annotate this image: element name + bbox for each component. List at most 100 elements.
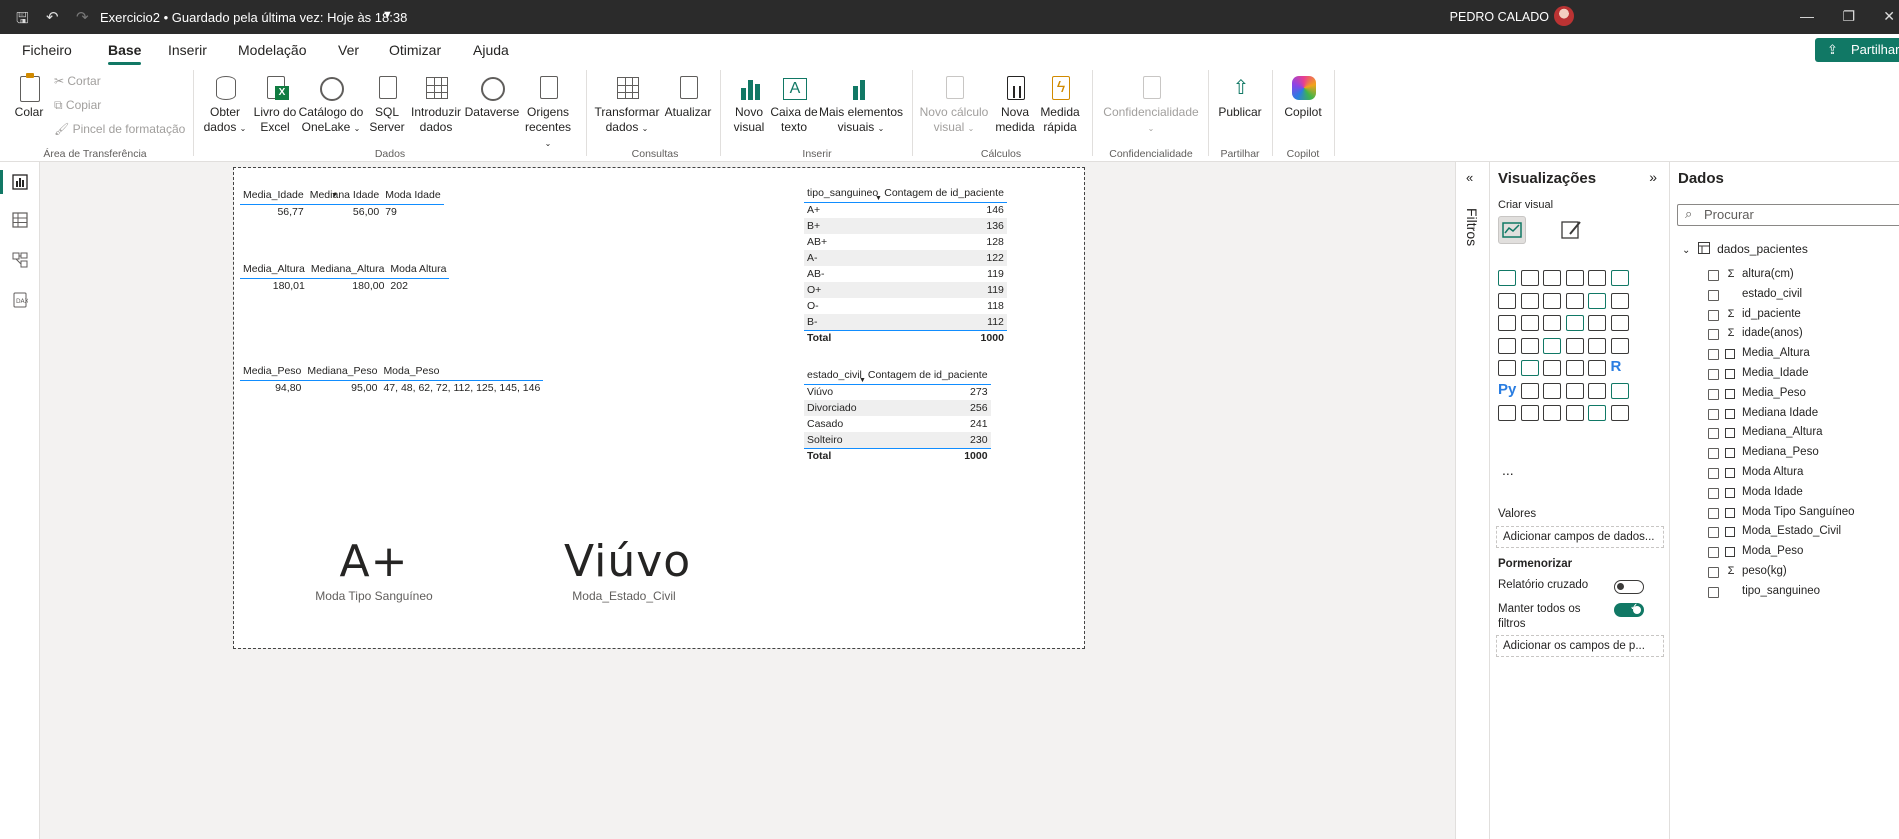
field-checkbox[interactable] bbox=[1708, 428, 1719, 440]
sort-caret-icon[interactable]: ▼ bbox=[859, 377, 866, 384]
sort-caret-icon[interactable]: ▼ bbox=[875, 195, 882, 202]
table-row[interactable]: Divorciado 256 bbox=[804, 400, 991, 416]
transform-data-button[interactable]: Transformar dados ⌄ bbox=[594, 74, 660, 136]
column-header[interactable]: Moda Idade bbox=[382, 186, 444, 205]
stacked-column-100-icon[interactable] bbox=[1610, 270, 1629, 286]
share-button[interactable]: ⇪ Partilhar bbox=[1815, 38, 1899, 62]
close-icon[interactable]: ✕ bbox=[1883, 8, 1895, 25]
tab-ficheiro[interactable]: Ficheiro bbox=[22, 42, 72, 58]
field-checkbox[interactable] bbox=[1708, 408, 1719, 420]
clustered-bar-icon[interactable] bbox=[1543, 270, 1561, 286]
power-automate-icon[interactable] bbox=[1543, 405, 1561, 421]
new-measure-button[interactable]: Nova medida bbox=[994, 74, 1036, 135]
new-visual-calc-button[interactable]: Novo cálculo visual ⌄ bbox=[918, 74, 990, 136]
scatter-icon[interactable] bbox=[1565, 315, 1584, 331]
field-checkbox[interactable] bbox=[1708, 547, 1719, 559]
minimize-icon[interactable]: — bbox=[1800, 8, 1814, 24]
table-row[interactable]: B- 112 bbox=[804, 314, 1007, 330]
clustered-column-icon[interactable] bbox=[1565, 270, 1584, 286]
field-checkbox[interactable] bbox=[1708, 289, 1719, 301]
field-checkbox[interactable] bbox=[1708, 369, 1719, 380]
model-view-icon[interactable] bbox=[12, 252, 28, 268]
donut-chart-icon[interactable] bbox=[1610, 315, 1629, 331]
line-clustered-column-icon[interactable] bbox=[1610, 292, 1629, 309]
cut-button[interactable]: ✂ Cortar bbox=[54, 74, 101, 88]
report-canvas[interactable]: Media_Idade Mediana Idade Moda Idade 56,… bbox=[41, 162, 1455, 839]
keep-filters-toggle[interactable] bbox=[1614, 602, 1644, 617]
column-header[interactable]: Media_Idade bbox=[240, 186, 307, 205]
multi-row-card-icon[interactable] bbox=[1498, 360, 1516, 376]
r-visual-icon[interactable]: R bbox=[1611, 358, 1622, 375]
decomposition-tree-icon[interactable] bbox=[1543, 382, 1561, 399]
column-header[interactable]: Moda_Peso bbox=[380, 362, 544, 381]
card-icon[interactable] bbox=[1610, 337, 1629, 354]
column-header[interactable]: Contagem de id_paciente bbox=[864, 366, 991, 385]
recent-sources-button[interactable]: Origens recentes ⌄ bbox=[520, 74, 576, 151]
field-item[interactable]: Σpeso(kg) bbox=[1682, 563, 1899, 583]
power-apps-icon[interactable] bbox=[1520, 405, 1539, 421]
tab-ajuda[interactable]: Ajuda bbox=[473, 42, 509, 58]
sensitivity-button[interactable]: Confidencialidade ⌄ bbox=[1100, 74, 1202, 136]
blood-type-table[interactable]: tipo_sanguineo Contagem de id_paciente A… bbox=[804, 184, 1007, 346]
field-item[interactable]: Media_Idade bbox=[1682, 365, 1899, 385]
line-column-icon[interactable] bbox=[1588, 292, 1606, 309]
field-checkbox[interactable] bbox=[1708, 586, 1719, 598]
filled-map-icon[interactable] bbox=[1543, 337, 1561, 354]
table-row[interactable]: AB+ 128 bbox=[804, 234, 1007, 250]
field-checkbox[interactable] bbox=[1708, 270, 1719, 281]
arrow-icon[interactable] bbox=[1610, 405, 1629, 421]
tab-otimizar[interactable]: Otimizar bbox=[389, 42, 441, 58]
card-new-icon[interactable] bbox=[1565, 405, 1584, 421]
refresh-button[interactable]: Atualizar bbox=[662, 74, 714, 120]
tab-modelacao[interactable]: Modelação bbox=[238, 42, 307, 58]
table-icon[interactable] bbox=[1565, 360, 1584, 376]
paginated-report-icon[interactable] bbox=[1498, 405, 1516, 421]
onelake-button[interactable]: Catálogo do OneLake ⌄ bbox=[298, 74, 364, 136]
qa-icon[interactable] bbox=[1565, 382, 1584, 399]
field-item[interactable]: Mediana Idade bbox=[1682, 405, 1899, 425]
text-box-button[interactable]: A Caixa de texto bbox=[770, 74, 818, 135]
column-header[interactable]: Mediana_Peso bbox=[304, 362, 381, 381]
field-item[interactable]: Σid_paciente bbox=[1682, 306, 1899, 326]
stacked-area-icon[interactable] bbox=[1543, 292, 1561, 309]
expand-left-icon[interactable]: « bbox=[1466, 170, 1473, 185]
copy-button[interactable]: ⧉ Copiar bbox=[54, 98, 101, 113]
column-header[interactable]: Moda Altura bbox=[387, 260, 450, 279]
undo-icon[interactable]: ↶ bbox=[46, 8, 59, 26]
enter-data-button[interactable]: Introduzir dados bbox=[408, 74, 464, 135]
field-item[interactable]: Σaltura(cm) bbox=[1682, 266, 1899, 286]
column-header[interactable]: Mediana Idade bbox=[306, 186, 383, 205]
copilot-button[interactable]: Copilot bbox=[1278, 74, 1328, 120]
report-view-icon[interactable] bbox=[0, 170, 28, 194]
stacked-column-icon[interactable] bbox=[1520, 270, 1539, 286]
table-row[interactable]: Solteiro 230 bbox=[804, 432, 991, 448]
field-item[interactable]: Σidade(anos) bbox=[1682, 325, 1899, 345]
idade-measures-table[interactable]: Media_Idade Mediana Idade Moda Idade 56,… bbox=[240, 186, 444, 220]
publish-button[interactable]: ⇧ Publicar bbox=[1214, 74, 1266, 120]
paste-button[interactable]: Colar bbox=[12, 73, 46, 120]
field-checkbox[interactable] bbox=[1708, 309, 1719, 321]
quick-measure-button[interactable]: ϟ Medida rápida bbox=[1038, 74, 1082, 135]
column-header[interactable]: Contagem de id_paciente bbox=[881, 184, 1007, 203]
map-icon[interactable] bbox=[1520, 337, 1539, 354]
stacked-bar-100-icon[interactable] bbox=[1588, 270, 1606, 286]
build-visual-icon[interactable] bbox=[1498, 216, 1526, 244]
column-header[interactable]: Media_Peso bbox=[240, 362, 305, 381]
field-checkbox[interactable] bbox=[1708, 487, 1719, 499]
field-item[interactable]: estado_civil bbox=[1682, 286, 1899, 306]
field-item[interactable]: Mediana_Peso bbox=[1682, 444, 1899, 464]
treemap-icon[interactable] bbox=[1498, 337, 1516, 354]
slicer-new-icon[interactable] bbox=[1588, 405, 1606, 421]
user-name[interactable]: PEDRO CALADO bbox=[1450, 10, 1549, 24]
field-checkbox[interactable] bbox=[1708, 349, 1719, 361]
more-visuals-button[interactable]: Mais elementos visuais ⌄ bbox=[818, 74, 904, 136]
format-painter-button[interactable]: 🖌 Pincel de formatação bbox=[54, 122, 185, 136]
field-item[interactable]: Moda_Estado_Civil bbox=[1682, 523, 1899, 543]
cross-report-toggle[interactable] bbox=[1614, 580, 1644, 594]
dax-query-view-icon[interactable]: DAX bbox=[12, 292, 29, 308]
avatar[interactable] bbox=[1554, 6, 1574, 26]
altura-measures-table[interactable]: Media_Altura Mediana_Altura Moda Altura … bbox=[240, 260, 450, 294]
field-item[interactable]: Moda_Peso bbox=[1682, 543, 1899, 563]
field-item[interactable]: Mediana_Altura bbox=[1682, 424, 1899, 444]
column-header[interactable]: Mediana_Altura bbox=[307, 260, 388, 279]
